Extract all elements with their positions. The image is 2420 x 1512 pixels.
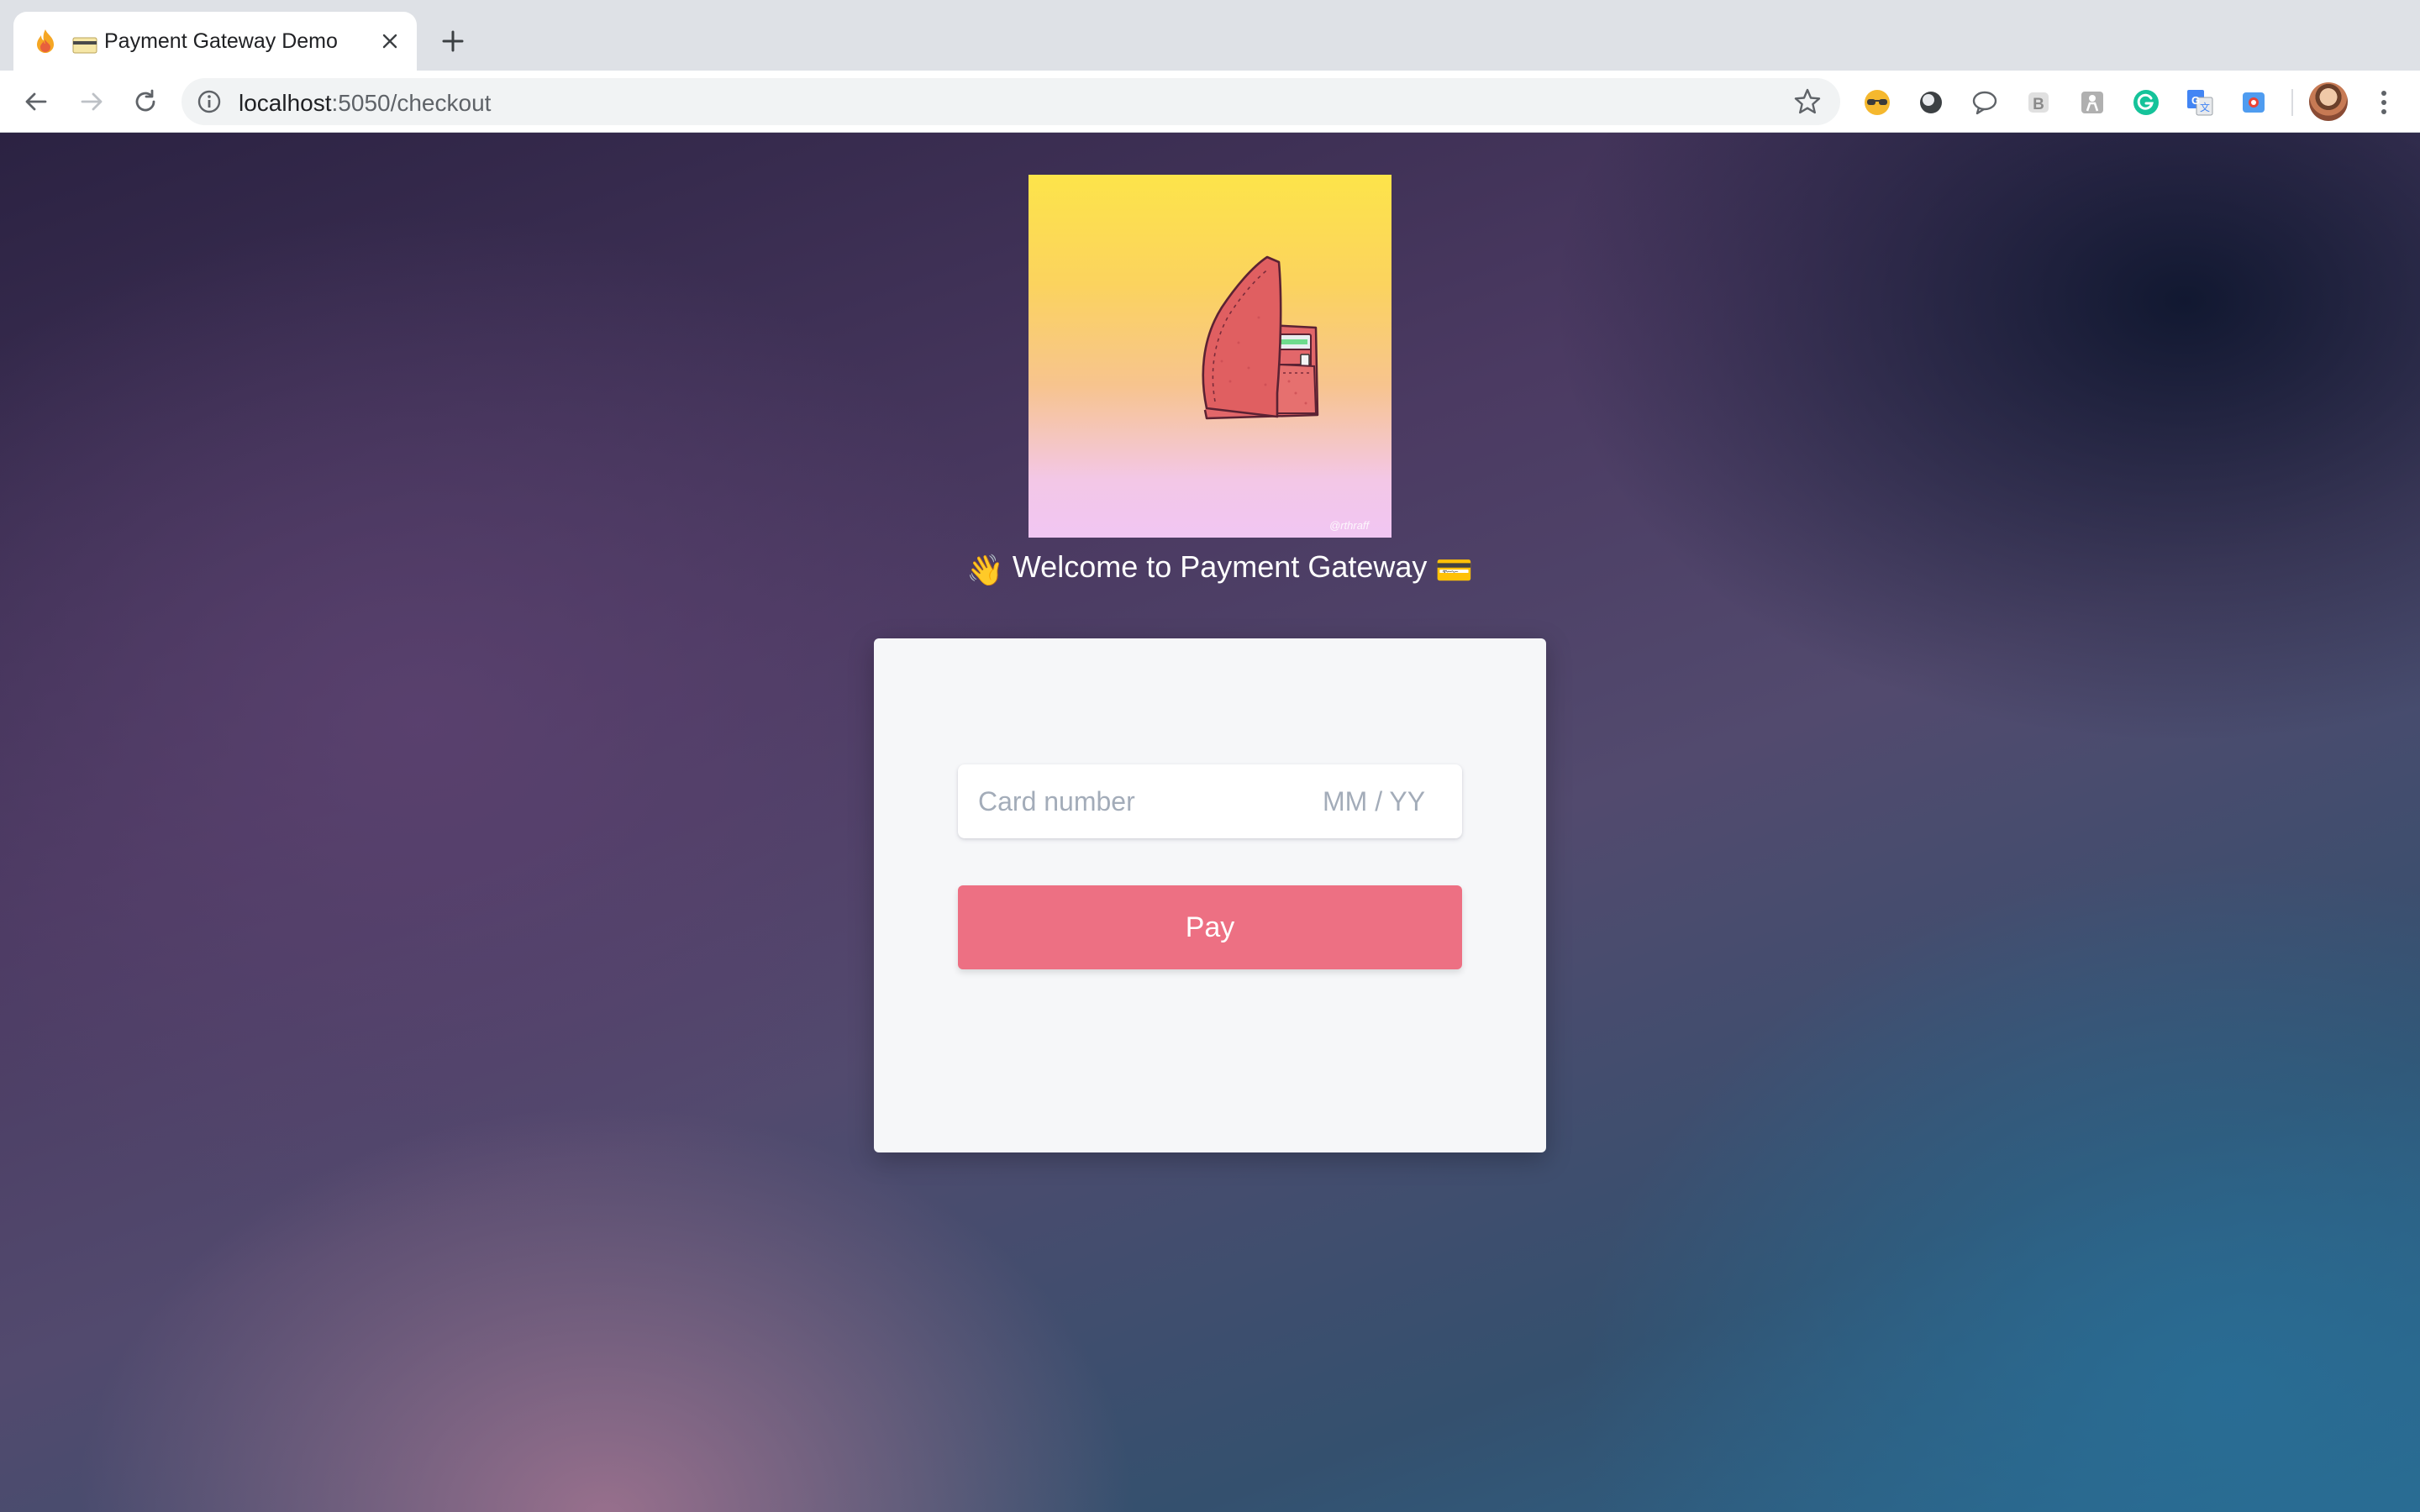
toolbar-divider (2291, 89, 2293, 116)
url-path: :5050/checkout (331, 90, 492, 116)
forward-arrow-icon[interactable] (74, 84, 109, 119)
card-element-field[interactable]: Card number MM / YY (958, 764, 1462, 838)
card-number-input[interactable]: Card number (978, 786, 1135, 817)
checkout-card-panel: Card number MM / YY Pay (874, 638, 1546, 1152)
chat-bubble-extension-icon[interactable] (1970, 87, 2000, 118)
expiry-date-input[interactable]: MM / YY (1323, 786, 1425, 817)
url-host: localhost (239, 90, 332, 116)
wallet-illustration (1202, 255, 1319, 420)
close-tab-icon[interactable] (376, 28, 403, 55)
profile-avatar[interactable] (2309, 82, 2348, 121)
pay-button[interactable]: Pay (958, 885, 1462, 969)
person-extension-icon[interactable] (2077, 87, 2107, 118)
page-viewport: @rthraff 👋 Welcome to Payment Gateway 💳 … (0, 133, 2420, 1512)
welcome-heading: 👋 Welcome to Payment Gateway 💳 (966, 549, 1473, 588)
back-arrow-icon[interactable] (18, 84, 54, 119)
welcome-text: Welcome to Payment Gateway (1012, 549, 1428, 584)
tab-title: Payment Gateway Demo (104, 29, 338, 53)
browser-tab-strip: Payment Gateway Demo (0, 0, 2420, 71)
hero-watermark: @rthraff (1329, 519, 1370, 532)
sunglasses-extension-icon[interactable] (1862, 87, 1892, 118)
fire-icon (32, 28, 59, 55)
screen-recorder-extension-icon[interactable] (2238, 87, 2269, 118)
grammarly-extension-icon[interactable] (2131, 87, 2161, 118)
svg-text:文: 文 (2200, 101, 2210, 113)
reload-icon[interactable] (128, 84, 163, 119)
svg-text:G: G (2191, 94, 2200, 107)
new-tab-icon[interactable] (437, 25, 469, 57)
google-translate-extension-icon[interactable]: G文 (2185, 87, 2215, 118)
b-extension-icon[interactable]: B (2023, 87, 2054, 118)
browser-tab[interactable]: Payment Gateway Demo (13, 12, 417, 71)
browser-menu-icon[interactable] (2368, 86, 2400, 119)
dark-circle-extension-icon[interactable] (1916, 87, 1946, 118)
url-text: localhost:5050/checkout (239, 90, 491, 117)
waving-hand-icon: 👋 (966, 553, 1004, 587)
bookmark-star-icon[interactable] (1793, 87, 1822, 116)
site-info-icon[interactable] (197, 89, 222, 114)
address-bar[interactable]: localhost:5050/checkout (182, 78, 1840, 125)
credit-card-icon (72, 36, 103, 56)
svg-text:B: B (2033, 96, 2044, 113)
hero-image: @rthraff (1028, 175, 1392, 538)
credit-card-emoji-icon: 💳 (1435, 553, 1474, 587)
browser-toolbar: localhost:5050/checkout B G文 (0, 71, 2420, 133)
